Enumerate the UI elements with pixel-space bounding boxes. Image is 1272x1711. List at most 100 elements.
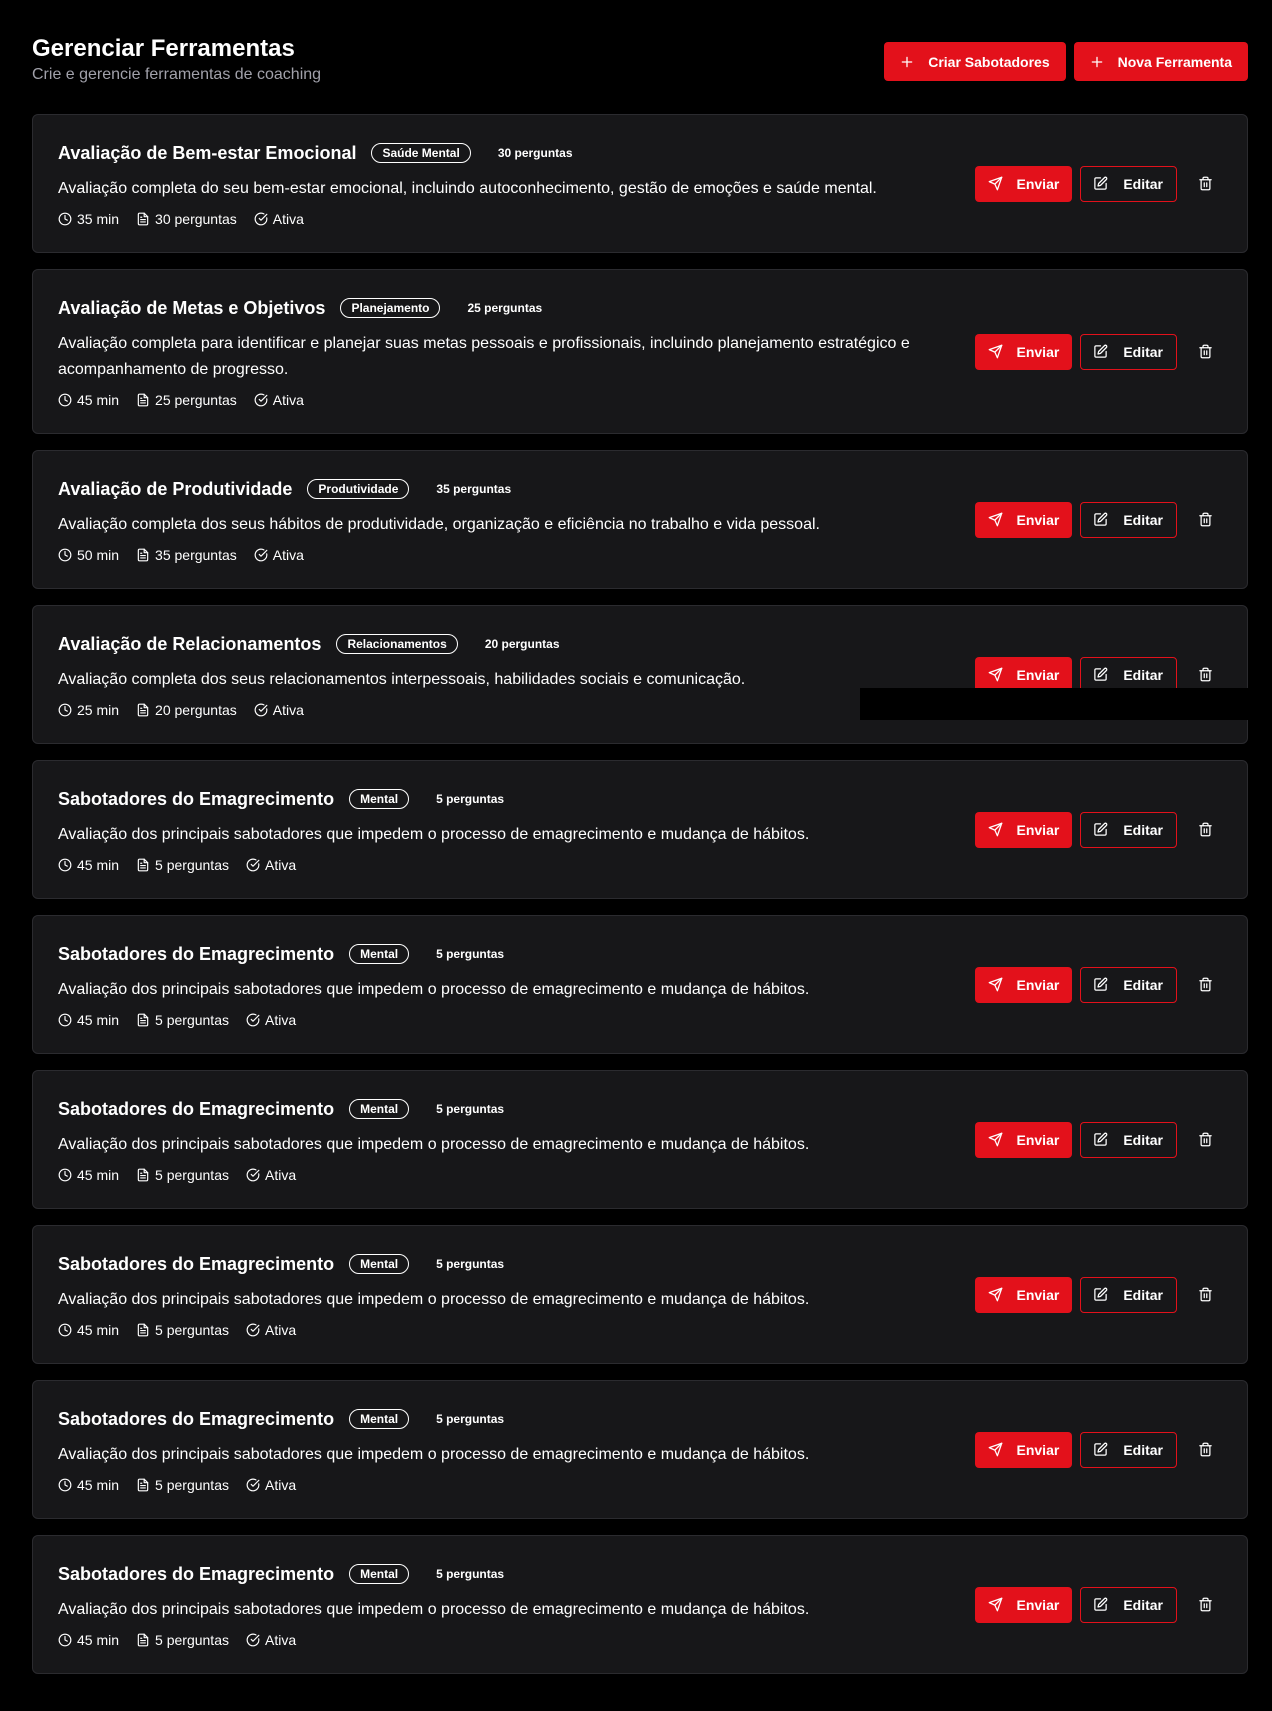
category-badge: Relacionamentos: [336, 634, 458, 654]
status-label: Ativa: [264, 1012, 297, 1028]
category-badge: Mental: [349, 1099, 410, 1119]
edit-button[interactable]: Editar: [1080, 333, 1177, 370]
file-text-icon: [136, 393, 150, 407]
questions-label: 35 perguntas: [155, 547, 237, 563]
header-actions: Criar Sabotadores Nova Ferramenta: [884, 42, 1248, 81]
trash-icon: [1198, 176, 1213, 191]
send-label: Enviar: [1016, 1596, 1060, 1613]
duration-meta: 25 min: [58, 702, 119, 718]
edit-label: Editar: [1123, 511, 1163, 528]
tool-card-body: Sabotadores do Emagrecimento Mental 5 pe…: [58, 943, 938, 1029]
send-button[interactable]: Enviar: [974, 966, 1073, 1003]
edit-label: Editar: [1123, 821, 1163, 838]
tool-description: Avaliação dos principais sabotadores que…: [58, 1291, 810, 1308]
send-icon: [988, 344, 1003, 359]
edit-button[interactable]: Editar: [1080, 165, 1177, 202]
delete-button[interactable]: [1187, 502, 1223, 538]
send-button[interactable]: Enviar: [974, 1276, 1073, 1313]
category-badge: Produtividade: [307, 479, 410, 499]
send-button[interactable]: Enviar: [974, 333, 1073, 370]
category-badge: Mental: [349, 1564, 410, 1584]
tool-card-body: Avaliação de Relacionamentos Relacioname…: [58, 633, 938, 719]
send-button[interactable]: Enviar: [974, 501, 1073, 538]
send-button[interactable]: Enviar: [974, 1431, 1073, 1468]
tool-actions: Enviar Editar: [974, 811, 1224, 848]
send-icon: [988, 822, 1003, 837]
page-title: Gerenciar Ferramentas: [32, 35, 295, 62]
trash-icon: [1198, 977, 1213, 992]
questions-meta: 5 perguntas: [136, 1477, 229, 1493]
questions-meta: 35 perguntas: [136, 547, 237, 563]
clock-icon: [58, 548, 72, 562]
delete-button[interactable]: [1187, 1432, 1223, 1468]
question-count: 5 perguntas: [436, 1412, 505, 1426]
edit-button[interactable]: Editar: [1080, 1431, 1177, 1468]
page-header: Gerenciar Ferramentas Crie e gerencie fe…: [32, 32, 1248, 88]
delete-button[interactable]: [1187, 166, 1223, 202]
tool-meta: 45 min 5 perguntas Ativa: [58, 1011, 938, 1029]
question-count: 5 perguntas: [436, 1102, 505, 1116]
status-meta: Ativa: [246, 1322, 296, 1338]
edit-label: Editar: [1123, 1441, 1163, 1458]
delete-button[interactable]: [1187, 1587, 1223, 1623]
send-button[interactable]: Enviar: [974, 165, 1073, 202]
check-circle-icon: [246, 1168, 260, 1182]
edit-button[interactable]: Editar: [1080, 811, 1177, 848]
trash-icon: [1198, 667, 1213, 682]
question-count: 5 perguntas: [436, 1567, 505, 1581]
duration-label: 45 min: [77, 392, 120, 408]
delete-button[interactable]: [1187, 812, 1223, 848]
tool-card: Sabotadores do Emagrecimento Mental 5 pe…: [32, 1225, 1248, 1364]
delete-button[interactable]: [1187, 334, 1223, 370]
tool-card-head: Sabotadores do Emagrecimento Mental 5 pe…: [58, 788, 938, 810]
tool-meta: 45 min 5 perguntas Ativa: [58, 856, 938, 874]
edit-button[interactable]: Editar: [1080, 501, 1177, 538]
tool-meta: 45 min 25 perguntas Ativa: [58, 391, 938, 409]
duration-meta: 35 min: [58, 211, 119, 227]
tool-title: Sabotadores do Emagrecimento: [58, 1564, 335, 1584]
create-saboteurs-button[interactable]: Criar Sabotadores: [884, 42, 1066, 81]
tool-actions: Enviar Editar: [974, 501, 1224, 538]
edit-label: Editar: [1123, 666, 1163, 683]
duration-label: 45 min: [77, 1632, 120, 1648]
tool-card: Sabotadores do Emagrecimento Mental 5 pe…: [32, 760, 1248, 899]
send-icon: [988, 1132, 1003, 1147]
duration-meta: 45 min: [58, 1632, 119, 1648]
question-count: 35 perguntas: [436, 482, 512, 496]
edit-button[interactable]: Editar: [1080, 1121, 1177, 1158]
question-count: 5 perguntas: [436, 947, 505, 961]
edit-icon: [1093, 1132, 1108, 1147]
check-circle-icon: [246, 1013, 260, 1027]
page-subtitle: Crie e gerencie ferramentas de coaching: [32, 66, 322, 83]
check-circle-icon: [254, 548, 268, 562]
status-label: Ativa: [264, 1322, 297, 1338]
questions-label: 20 perguntas: [155, 702, 237, 718]
tool-actions: Enviar Editar: [974, 333, 1224, 370]
status-label: Ativa: [272, 211, 304, 227]
send-button[interactable]: Enviar: [974, 811, 1073, 848]
tool-description: Avaliação completa para identificar e pl…: [58, 335, 910, 378]
send-button[interactable]: Enviar: [974, 1121, 1073, 1158]
edit-label: Editar: [1123, 1286, 1163, 1303]
send-label: Enviar: [1016, 511, 1060, 528]
delete-button[interactable]: [1187, 1277, 1223, 1313]
send-icon: [988, 977, 1003, 992]
check-circle-icon: [246, 858, 260, 872]
tool-card: Sabotadores do Emagrecimento Mental 5 pe…: [32, 1070, 1248, 1209]
questions-label: 5 perguntas: [155, 1632, 229, 1648]
question-count: 20 perguntas: [484, 637, 560, 651]
duration-meta: 45 min: [58, 1477, 119, 1493]
tool-description: Avaliação dos principais sabotadores que…: [58, 1446, 810, 1463]
delete-button[interactable]: [1187, 967, 1223, 1003]
edit-button[interactable]: Editar: [1080, 966, 1177, 1003]
send-button[interactable]: Enviar: [974, 1586, 1073, 1623]
edit-button[interactable]: Editar: [1080, 1276, 1177, 1313]
edit-icon: [1093, 822, 1108, 837]
delete-button[interactable]: [1187, 1122, 1223, 1158]
edit-icon: [1093, 1597, 1108, 1612]
new-tool-button[interactable]: Nova Ferramenta: [1073, 42, 1248, 81]
tool-description: Avaliação dos principais sabotadores que…: [58, 1136, 810, 1153]
clock-icon: [58, 703, 72, 717]
edit-button[interactable]: Editar: [1080, 1586, 1177, 1623]
send-label: Enviar: [1016, 1286, 1060, 1303]
